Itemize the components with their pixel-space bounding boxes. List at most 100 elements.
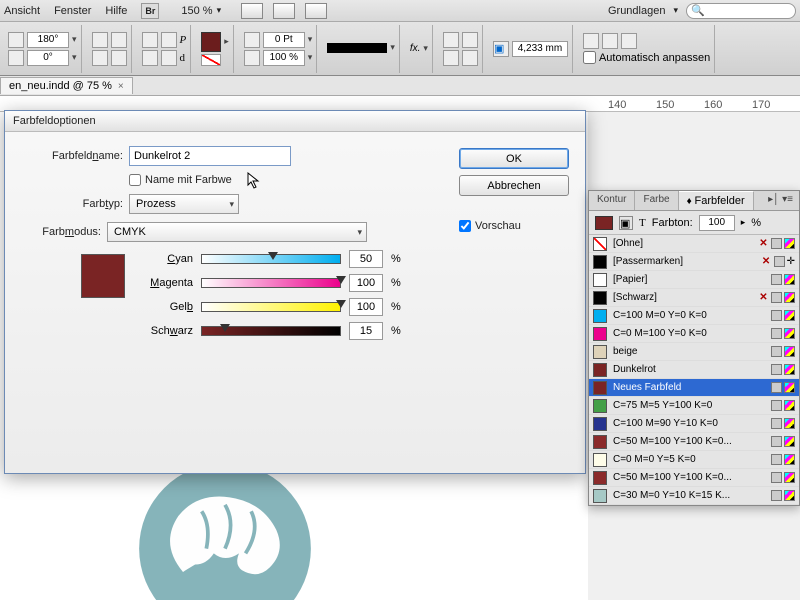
swatch-row[interactable]: Dunkelrot <box>589 361 799 379</box>
close-icon[interactable]: × <box>118 81 124 92</box>
swatch-row[interactable]: C=50 M=100 Y=100 K=0... <box>589 433 799 451</box>
swatch-color-icon <box>593 471 607 485</box>
stroke-pct-input[interactable] <box>263 50 305 66</box>
cmyk-icon <box>784 490 795 501</box>
yellow-label: Gelb <box>137 301 193 313</box>
zoom-level[interactable]: 150 % <box>181 5 212 17</box>
swatch-row[interactable]: C=50 M=100 Y=100 K=0... <box>589 469 799 487</box>
color-mode-icon <box>771 310 782 321</box>
bridge-button[interactable]: Br <box>141 3 159 19</box>
black-input[interactable] <box>349 322 383 340</box>
stroke-swatch[interactable] <box>201 54 221 66</box>
swatch-row[interactable]: Neues Farbfeld <box>589 379 799 397</box>
name-with-value-checkbox[interactable] <box>129 174 141 186</box>
workspace-switcher[interactable]: Grundlagen <box>608 5 666 17</box>
rotate-ccw-icon[interactable] <box>111 50 127 66</box>
tint-input[interactable] <box>699 215 735 231</box>
swatch-options-dialog: Farbfeldoptionen Farbfeldname: Name mit … <box>4 110 586 474</box>
swatch-row[interactable]: C=0 M=0 Y=5 K=0 <box>589 451 799 469</box>
stroke-style[interactable] <box>327 43 387 53</box>
ok-button[interactable]: OK <box>459 148 569 169</box>
fit-2-icon[interactable] <box>602 33 618 49</box>
black-slider[interactable] <box>201 326 341 336</box>
swatches-panel: Kontur Farbe ♦ Farbfelder ▸│ ▾≡ ▣ T Farb… <box>588 190 800 506</box>
panel-fill-swatch[interactable] <box>595 216 613 230</box>
swatch-row[interactable]: C=100 M=0 Y=0 K=0 <box>589 307 799 325</box>
swatch-color-icon <box>593 291 607 305</box>
search-input[interactable]: 🔍 <box>686 3 796 19</box>
screen-mode-3[interactable] <box>305 3 327 19</box>
wrap-1-icon[interactable] <box>443 32 459 48</box>
swatch-name-label: Farbfeldname: <box>21 150 123 162</box>
autofit-checkbox[interactable] <box>583 51 596 64</box>
rotate-icon[interactable] <box>8 32 24 48</box>
angle-2-input[interactable] <box>27 50 69 66</box>
chevron-down-icon[interactable]: ▾ <box>217 5 222 16</box>
next-obj-icon[interactable] <box>161 50 177 66</box>
search-icon: 🔍 <box>691 4 705 17</box>
select-content-icon[interactable] <box>161 32 177 48</box>
fit-1-icon[interactable] <box>583 33 599 49</box>
flip-v-icon[interactable] <box>111 32 127 48</box>
color-mode-dropdown[interactable]: CMYK <box>107 222 367 242</box>
swatch-row[interactable]: [Papier] <box>589 271 799 289</box>
preview-checkbox[interactable] <box>459 220 471 232</box>
wrap-3-icon[interactable] <box>443 50 459 66</box>
swatch-row[interactable]: C=0 M=100 Y=0 K=0 <box>589 325 799 343</box>
wrap-2-icon[interactable] <box>462 32 478 48</box>
swatch-row[interactable]: beige <box>589 343 799 361</box>
screen-mode-1[interactable] <box>241 3 263 19</box>
cmyk-icon <box>784 274 795 285</box>
prev-obj-icon[interactable] <box>142 50 158 66</box>
cmyk-icon <box>784 310 795 321</box>
menu-ansicht[interactable]: Ansicht <box>4 5 40 17</box>
menu-bar: Ansicht Fenster Hilfe Br 150 % ▾ Grundla… <box>0 0 800 22</box>
formatting-container-icon[interactable]: ▣ <box>619 216 633 230</box>
angle-1-input[interactable] <box>27 32 69 48</box>
color-mode-icon <box>771 382 782 393</box>
cyan-slider[interactable] <box>201 254 341 264</box>
tab-farbfelder[interactable]: ♦ Farbfelder <box>679 191 754 210</box>
flip-h-icon[interactable] <box>92 32 108 48</box>
swatch-name: C=75 M=5 Y=100 K=0 <box>613 400 765 411</box>
ruler-tick-160: 160 <box>704 99 722 111</box>
yellow-input[interactable] <box>349 298 383 316</box>
color-preview-swatch <box>81 254 125 298</box>
tab-kontur[interactable]: Kontur <box>589 191 635 210</box>
wrap-4-icon[interactable] <box>462 50 478 66</box>
menu-fenster[interactable]: Fenster <box>54 5 91 17</box>
measure-input[interactable] <box>512 41 568 57</box>
panel-menu-icon[interactable]: ▸│ ▾≡ <box>762 191 799 210</box>
yellow-slider[interactable] <box>201 302 341 312</box>
select-container-icon[interactable] <box>142 32 158 48</box>
magenta-slider[interactable] <box>201 278 341 288</box>
swatch-row[interactable]: C=100 M=90 Y=10 K=0 <box>589 415 799 433</box>
cancel-button[interactable]: Abbrechen <box>459 175 569 196</box>
swatch-row[interactable]: [Schwarz]✕ <box>589 289 799 307</box>
screen-mode-2[interactable] <box>273 3 295 19</box>
magenta-input[interactable] <box>349 274 383 292</box>
swatch-row[interactable]: [Ohne]✕ <box>589 235 799 253</box>
fill-swatch[interactable] <box>201 32 221 52</box>
swatch-name: [Schwarz] <box>613 292 752 303</box>
formatting-text-icon[interactable]: T <box>639 217 646 229</box>
cursor-icon <box>247 172 261 190</box>
document-tab[interactable]: en_neu.indd @ 75 % × <box>0 77 133 94</box>
fit-3-icon[interactable] <box>621 33 637 49</box>
stroke-weight-icon <box>244 32 260 48</box>
document-tab-bar: en_neu.indd @ 75 % × <box>0 76 800 96</box>
rotate-cw-icon[interactable] <box>92 50 108 66</box>
color-type-dropdown[interactable]: Prozess <box>129 194 239 214</box>
menu-hilfe[interactable]: Hilfe <box>105 5 127 17</box>
swatch-row[interactable]: C=75 M=5 Y=100 K=0 <box>589 397 799 415</box>
swatch-row[interactable]: [Passermarken]✕✛ <box>589 253 799 271</box>
swatch-name-input[interactable] <box>129 146 291 166</box>
tab-farbe[interactable]: Farbe <box>635 191 678 210</box>
chevron-down-icon[interactable]: ▾ <box>673 5 678 16</box>
swatch-color-icon <box>593 363 607 377</box>
swatch-row[interactable]: C=30 M=0 Y=10 K=15 K... <box>589 487 799 505</box>
cyan-input[interactable] <box>349 250 383 268</box>
stroke-pt-input[interactable] <box>263 32 305 48</box>
crop-icon[interactable]: ▣ <box>493 41 509 57</box>
shear-icon[interactable] <box>8 50 24 66</box>
